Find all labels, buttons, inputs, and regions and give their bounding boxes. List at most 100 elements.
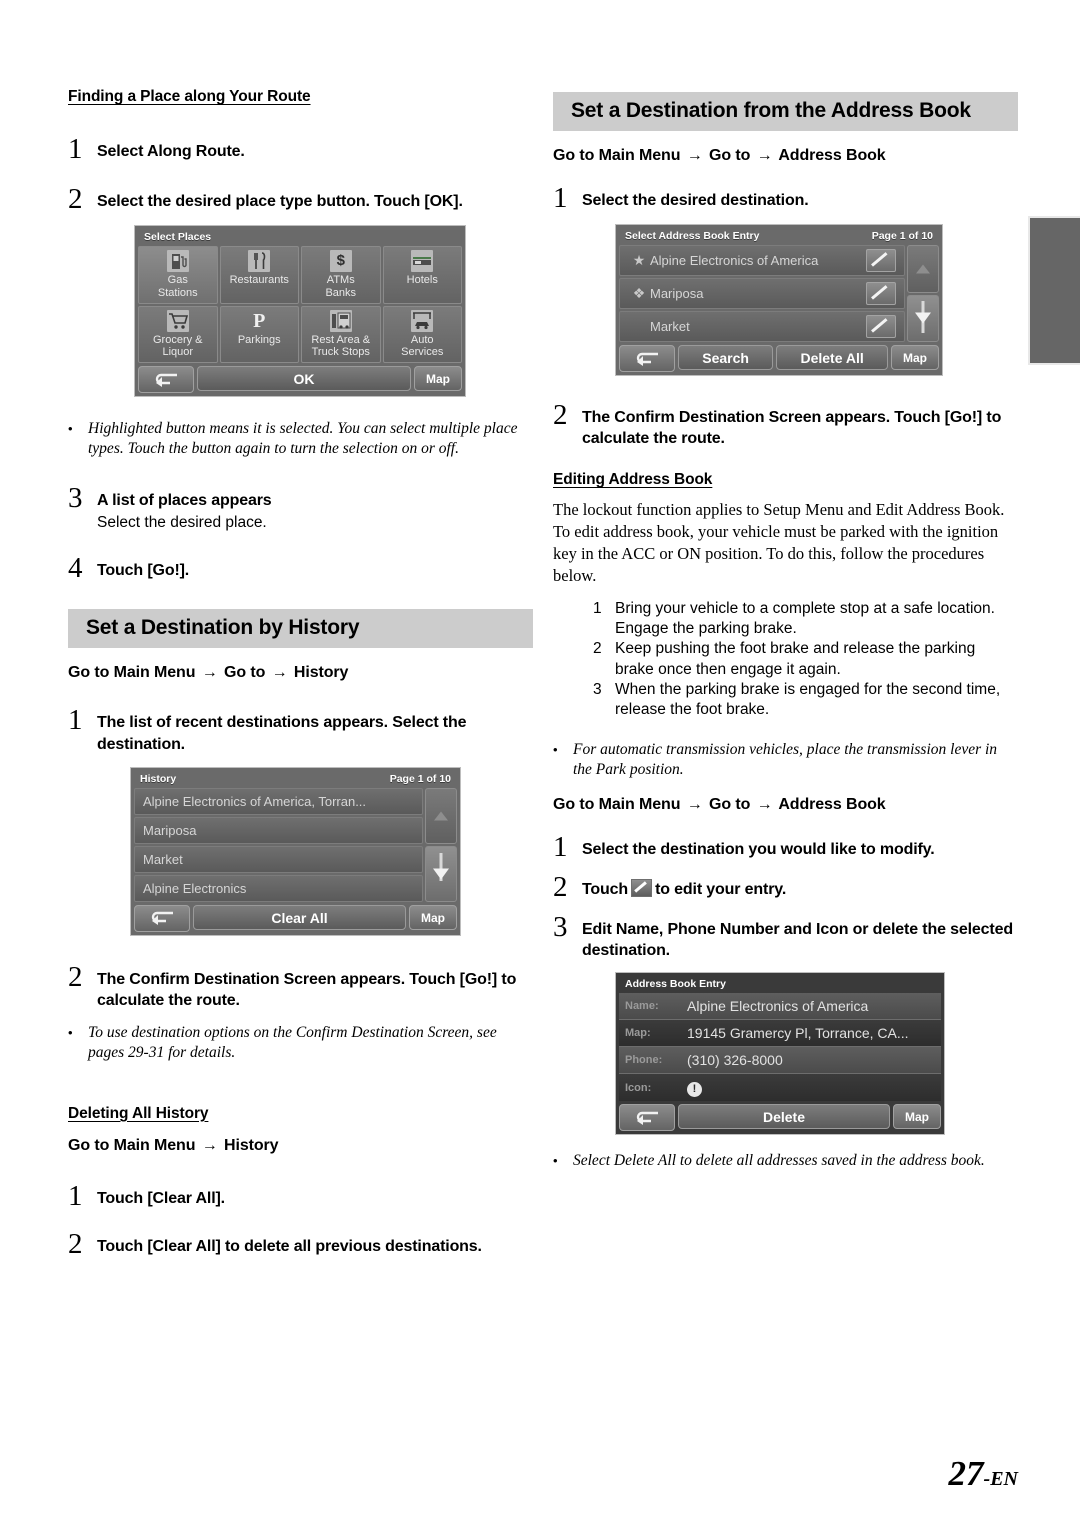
step-text-after: to edit your entry. — [655, 880, 787, 898]
pencil-edit-icon[interactable] — [866, 315, 896, 339]
address-book-entry-screen[interactable]: Address Book Entry Name: Alpine Electron… — [615, 972, 945, 1136]
place-button-gas-stations[interactable]: Gas Stations — [138, 246, 218, 304]
step-number: 2 — [68, 1227, 83, 1260]
field-row-name[interactable]: Name: Alpine Electronics of America — [619, 993, 941, 1021]
place-button-restaurants[interactable]: Restaurants — [219, 246, 299, 304]
path-segment: Go to — [709, 795, 751, 813]
step-number: 1 — [68, 1179, 83, 1212]
list-item[interactable]: ❖ Mariposa — [619, 278, 905, 310]
step-number: 2 — [553, 870, 568, 903]
select-address-book-entry-screen[interactable]: Page 1 of 10 Select Address Book Entry ★… — [615, 224, 943, 377]
address-book-list-area: ★ Alpine Electronics of America ❖ Maripo… — [619, 245, 939, 343]
place-button-parkings[interactable]: P Parkings — [219, 305, 299, 364]
field-value: (310) 326-8000 — [687, 1052, 783, 1069]
select-places-screen[interactable]: Select Places Gas Stations Restaurants $… — [134, 225, 466, 398]
field-row-map[interactable]: Map: 19145 Gramercy Pl, Torrance, CA... — [619, 1020, 941, 1048]
screen-title: Page 1 of 10 History — [134, 771, 457, 788]
history-screen[interactable]: Page 1 of 10 History Alpine Electronics … — [130, 766, 461, 936]
search-button[interactable]: Search — [678, 345, 774, 371]
speech-balloon-icon: ! — [687, 1081, 702, 1097]
scroll-up-icon[interactable] — [425, 787, 457, 844]
bullet-dot: • — [68, 421, 73, 437]
back-arrow-icon[interactable] — [619, 1104, 675, 1132]
step-text: Edit Name, Phone Number and Icon or dele… — [582, 920, 1013, 959]
path-segment: Address Book — [778, 795, 886, 813]
step-text: Touch [Clear All]. — [97, 1189, 225, 1207]
list-item[interactable]: Market — [619, 311, 905, 343]
map-button[interactable]: Map — [414, 366, 462, 392]
procedure-item: 3 When the parking brake is engaged for … — [593, 680, 1018, 720]
step-touch-clear-all: 1 Touch [Clear All]. — [68, 1179, 533, 1212]
arrow-icon: → — [756, 147, 773, 164]
list-item-label: Market — [143, 851, 183, 867]
field-label: Map: — [625, 1027, 651, 1040]
place-button-atms-banks[interactable]: $ ATMs Banks — [301, 246, 381, 304]
navigation-path-address-book-edit: Go to Main Menu → Go to → Address Book — [553, 796, 1018, 814]
procedure-text: Keep pushing the foot brake and release … — [615, 640, 976, 678]
place-button-label: Rest Area & — [311, 333, 371, 346]
scroll-down-icon[interactable] — [907, 294, 939, 343]
delete-all-button[interactable]: Delete All — [776, 345, 889, 371]
delete-button[interactable]: Delete — [678, 1104, 890, 1130]
pencil-edit-icon[interactable] — [866, 249, 896, 273]
map-button[interactable]: Map — [891, 345, 940, 371]
step-select-place-type: 2 Select the desired place type button. … — [68, 185, 533, 214]
page-number-suffix: -EN — [983, 1468, 1018, 1490]
left-column: Finding a Place along Your Route 1 Selec… — [68, 0, 533, 1260]
step-number: 1 — [553, 182, 568, 214]
path-segment: Go to Main Menu — [553, 795, 681, 813]
procedure-item: 1 Bring your vehicle to a complete stop … — [593, 599, 1018, 639]
screen-title: Address Book Entry — [625, 978, 726, 991]
map-button[interactable]: Map — [409, 904, 457, 930]
navigation-path-address-book: Go to Main Menu → Go to → Address Book — [553, 147, 1018, 165]
scrollbar[interactable] — [425, 787, 457, 902]
pencil-edit-icon[interactable] — [866, 282, 896, 306]
fork-knife-icon — [248, 250, 271, 273]
ok-button[interactable]: OK — [197, 366, 411, 392]
place-button-label2: Liquor — [162, 346, 194, 359]
list-item[interactable]: Alpine Electronics — [134, 874, 423, 902]
procedure-item: 2 Keep pushing the foot brake and releas… — [593, 639, 1018, 679]
scrollbar[interactable] — [907, 245, 939, 343]
step-select-desired-destination: 1 Select the desired destination. — [553, 182, 1018, 214]
step-number: 2 — [68, 960, 83, 993]
place-button-grocery-liquor[interactable]: Grocery & Liquor — [138, 305, 218, 364]
step-confirm-destination-history: 2 The Confirm Destination Screen appears… — [68, 960, 533, 1011]
list-item[interactable]: ★ Alpine Electronics of America — [619, 245, 905, 277]
place-button-label: Gas — [167, 274, 188, 287]
list-item[interactable]: Alpine Electronics of America, Torran... — [134, 787, 423, 815]
path-segment: Address Book — [778, 147, 886, 164]
step-subtext: Select the desired place. — [97, 514, 267, 532]
step-edit-name-phone-icon: 3 Edit Name, Phone Number and Icon or de… — [553, 912, 1018, 961]
path-segment: Go to — [224, 664, 266, 682]
place-button-auto-services[interactable]: Auto Services — [382, 305, 462, 364]
list-item[interactable]: Market — [134, 845, 423, 873]
step-confirm-destination-address-book: 2 The Confirm Destination Screen appears… — [553, 401, 1018, 449]
path-segment: Go to Main Menu — [68, 664, 196, 682]
place-button-label: Hotels — [406, 274, 438, 287]
page-indicator: Page 1 of 10 — [871, 230, 933, 243]
note-destination-options: • To use destination options on the Conf… — [68, 1023, 533, 1063]
field-row-icon[interactable]: Icon: ! — [619, 1074, 941, 1102]
step-select-destination-to-modify: 1 Select the destination you would like … — [553, 832, 1018, 861]
path-segment: History — [293, 664, 349, 682]
back-arrow-icon[interactable] — [619, 345, 675, 373]
heading-set-destination-address-book: Set a Destination from the Address Book — [553, 92, 1018, 131]
step-touch-clear-all-delete: 2 Touch [Clear All] to delete all previo… — [68, 1227, 533, 1260]
step-text: Select the desired destination. — [582, 192, 809, 209]
step-select-along-route: 1 Select Along Route. — [68, 135, 533, 164]
navigation-path-delete-history: Go to Main Menu → History — [68, 1137, 533, 1155]
clear-all-button[interactable]: Clear All — [193, 904, 406, 930]
place-button-hotels[interactable]: Hotels — [382, 246, 462, 304]
arrow-icon: → — [686, 795, 703, 813]
list-item[interactable]: Mariposa — [134, 816, 423, 844]
field-row-phone[interactable]: Phone: (310) 326-8000 — [619, 1047, 941, 1075]
navigation-path-history: Go to Main Menu → Go to → History — [68, 664, 533, 682]
back-arrow-icon[interactable] — [138, 366, 194, 394]
scroll-up-icon[interactable] — [907, 245, 939, 293]
map-button[interactable]: Map — [893, 1104, 941, 1130]
back-arrow-icon[interactable] — [134, 904, 190, 932]
scroll-down-icon[interactable] — [425, 845, 457, 902]
place-button-rest-area-truck-stops[interactable]: Rest Area & Truck Stops — [301, 305, 381, 364]
procedure-number: 1 — [593, 600, 602, 618]
